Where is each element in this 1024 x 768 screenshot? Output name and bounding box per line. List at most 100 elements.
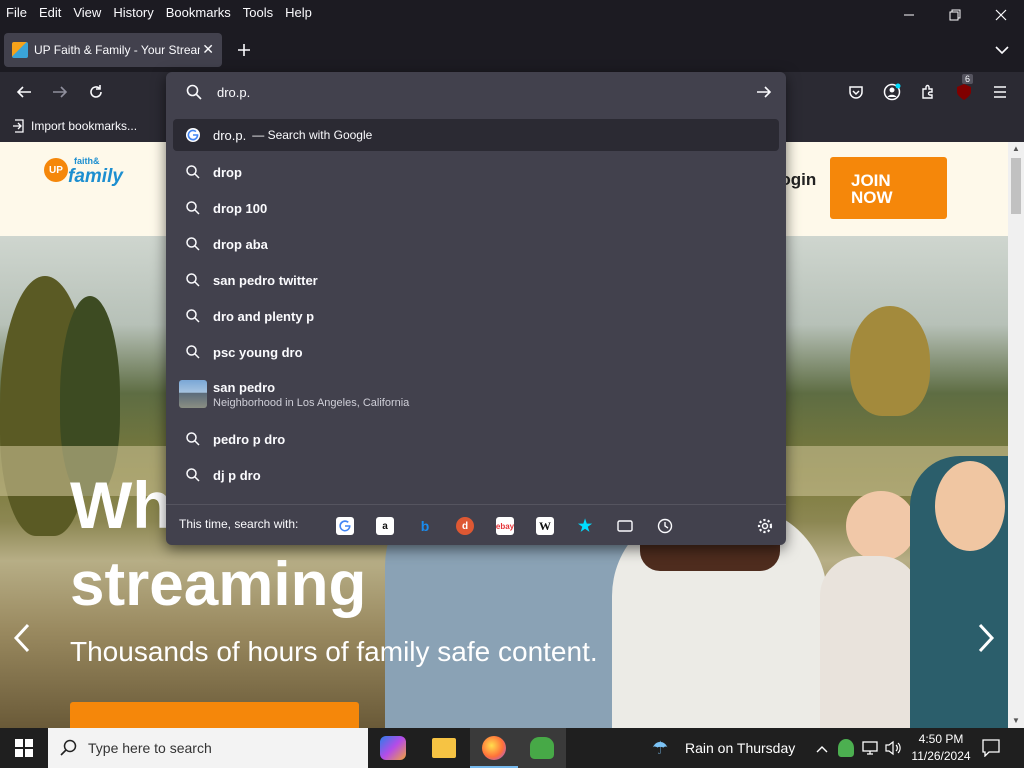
hero-person-girl: [820, 556, 920, 728]
chevron-left-icon: [13, 623, 30, 653]
up-faith-family-logo[interactable]: UP faith& family: [44, 154, 124, 194]
ebay-engine-icon[interactable]: ebay: [496, 517, 514, 535]
suggestion-item[interactable]: san pedro twitter: [173, 264, 779, 296]
go-arrow-icon[interactable]: [756, 84, 772, 100]
list-all-tabs-button[interactable]: [994, 42, 1012, 60]
hamburger-menu-icon: [994, 86, 1006, 98]
firefox-taskbar-button[interactable]: [470, 728, 518, 768]
new-tab-button[interactable]: [234, 40, 254, 60]
carousel-prev-button[interactable]: [10, 621, 34, 655]
urlbar[interactable]: dro.p.: [166, 72, 786, 112]
pocket-button[interactable]: [844, 80, 868, 104]
suggestion-text: drop 100: [213, 200, 268, 216]
import-bookmarks-button[interactable]: Import bookmarks...: [12, 119, 137, 133]
tray-app-icon[interactable]: [838, 739, 854, 757]
copilot-app-icon[interactable]: [380, 736, 406, 760]
duckduckgo-engine-icon[interactable]: d: [456, 517, 474, 535]
menu-view[interactable]: View: [67, 5, 107, 20]
suggestion-text: drop aba: [213, 236, 268, 252]
tab-up-faith-family[interactable]: UP Faith & Family - Your Streaming ✕: [4, 33, 222, 67]
weather-text[interactable]: Rain on Thursday: [685, 740, 795, 756]
search-with-label: This time, search with:: [179, 517, 299, 531]
back-button[interactable]: [12, 80, 36, 104]
reload-button[interactable]: [84, 80, 108, 104]
join-now-line2: NOW: [851, 188, 893, 207]
pocket-icon: [849, 86, 863, 99]
suggestion-text: drop: [213, 164, 242, 180]
site-favicon-icon: [12, 42, 28, 58]
wikipedia-engine-icon[interactable]: W: [536, 517, 554, 535]
extensions-button[interactable]: [916, 80, 940, 104]
search-icon: [186, 165, 200, 179]
suggestion-text: pedro p dro: [213, 431, 286, 447]
suggestion-item[interactable]: dro and plenty p: [173, 300, 779, 332]
tab-title: UP Faith & Family - Your Streaming: [34, 43, 200, 57]
suggestion-text: san pedro twitter: [213, 272, 318, 288]
scrollbar-thumb[interactable]: [1011, 158, 1021, 214]
chevron-right-icon: [978, 623, 995, 653]
bing-engine-icon[interactable]: b: [416, 517, 434, 535]
suggestion-search-with-google[interactable]: dro.p. — Search with Google: [173, 119, 779, 151]
menu-file[interactable]: File: [0, 5, 33, 20]
history-clock-icon[interactable]: [656, 517, 674, 535]
forward-button[interactable]: [48, 80, 72, 104]
green-app-icon: [530, 737, 554, 759]
join-now-button[interactable]: JOIN NOW: [830, 157, 947, 219]
bookmarks-star-icon[interactable]: ★: [576, 517, 594, 535]
menu-bookmarks[interactable]: Bookmarks: [160, 5, 237, 20]
account-button[interactable]: [880, 80, 904, 104]
windows-taskbar: Type here to search ☂ Rain on Thursday 4…: [0, 728, 1024, 768]
urlbar-popup: dro.p. dro.p. — Search with Google drop …: [166, 72, 786, 545]
google-engine-icon[interactable]: [336, 517, 354, 535]
import-bookmarks-label: Import bookmarks...: [31, 119, 138, 133]
search-icon: [186, 468, 200, 482]
one-off-search-bar: This time, search with: a b d ebay W ★: [166, 504, 786, 545]
suggestion-item[interactable]: drop: [173, 156, 779, 188]
scroll-up-arrow-icon[interactable]: ▲: [1012, 144, 1020, 153]
show-hidden-icons-chevron-icon[interactable]: [816, 741, 828, 759]
start-button[interactable]: [0, 728, 48, 768]
hero-headline-word1: Wh: [70, 468, 173, 542]
page-scrollbar[interactable]: ▲ ▼: [1008, 142, 1024, 728]
minimize-button[interactable]: [886, 0, 932, 30]
logo-up-badge: UP: [44, 158, 68, 182]
search-settings-gear-icon[interactable]: [756, 517, 774, 535]
suggestion-item[interactable]: pedro p dro: [173, 423, 779, 455]
minimize-icon: [904, 14, 914, 16]
network-icon[interactable]: [862, 740, 880, 761]
logo-family-text: family: [68, 166, 123, 187]
suggestion-action-text: — Search with Google: [252, 128, 373, 142]
suggestion-place-san-pedro[interactable]: san pedro Neighborhood in Los Angeles, C…: [173, 372, 779, 416]
carousel-next-button[interactable]: [974, 621, 998, 655]
urlbar-input[interactable]: dro.p.: [217, 85, 250, 100]
close-icon: [995, 9, 1007, 21]
logo-faith-text: faith&: [74, 156, 100, 166]
close-window-button[interactable]: [978, 0, 1024, 30]
menu-history[interactable]: History: [107, 5, 159, 20]
suggestion-text: psc young dro: [213, 344, 303, 360]
suggestion-item[interactable]: drop 100: [173, 192, 779, 224]
taskbar-search-box[interactable]: Type here to search: [48, 728, 368, 768]
menu-edit[interactable]: Edit: [33, 5, 67, 20]
app-menu-button[interactable]: [988, 80, 1012, 104]
arrow-left-icon: [16, 86, 31, 98]
chevron-down-icon: [995, 46, 1009, 55]
ublock-extension-button[interactable]: 6: [952, 74, 976, 104]
clock[interactable]: 4:50 PM 11/26/2024: [910, 731, 972, 765]
suggestion-item[interactable]: dj p dro: [173, 459, 779, 491]
restore-button[interactable]: [932, 0, 978, 30]
game-taskbar-button[interactable]: [518, 728, 566, 768]
menu-help[interactable]: Help: [279, 5, 318, 20]
suggestion-item[interactable]: psc young dro: [173, 336, 779, 368]
notifications-button[interactable]: [982, 739, 1000, 762]
hero-cta-button[interactable]: [70, 702, 359, 728]
volume-icon[interactable]: [885, 740, 903, 761]
file-explorer-icon[interactable]: [432, 738, 456, 758]
suggestion-item[interactable]: drop aba: [173, 228, 779, 260]
tabs-icon[interactable]: [616, 517, 634, 535]
amazon-engine-icon[interactable]: a: [376, 517, 394, 535]
tab-close-icon[interactable]: ✕: [202, 41, 214, 58]
scroll-down-arrow-icon[interactable]: ▼: [1012, 716, 1020, 725]
menu-tools[interactable]: Tools: [237, 5, 279, 20]
puzzle-icon: [922, 84, 933, 99]
